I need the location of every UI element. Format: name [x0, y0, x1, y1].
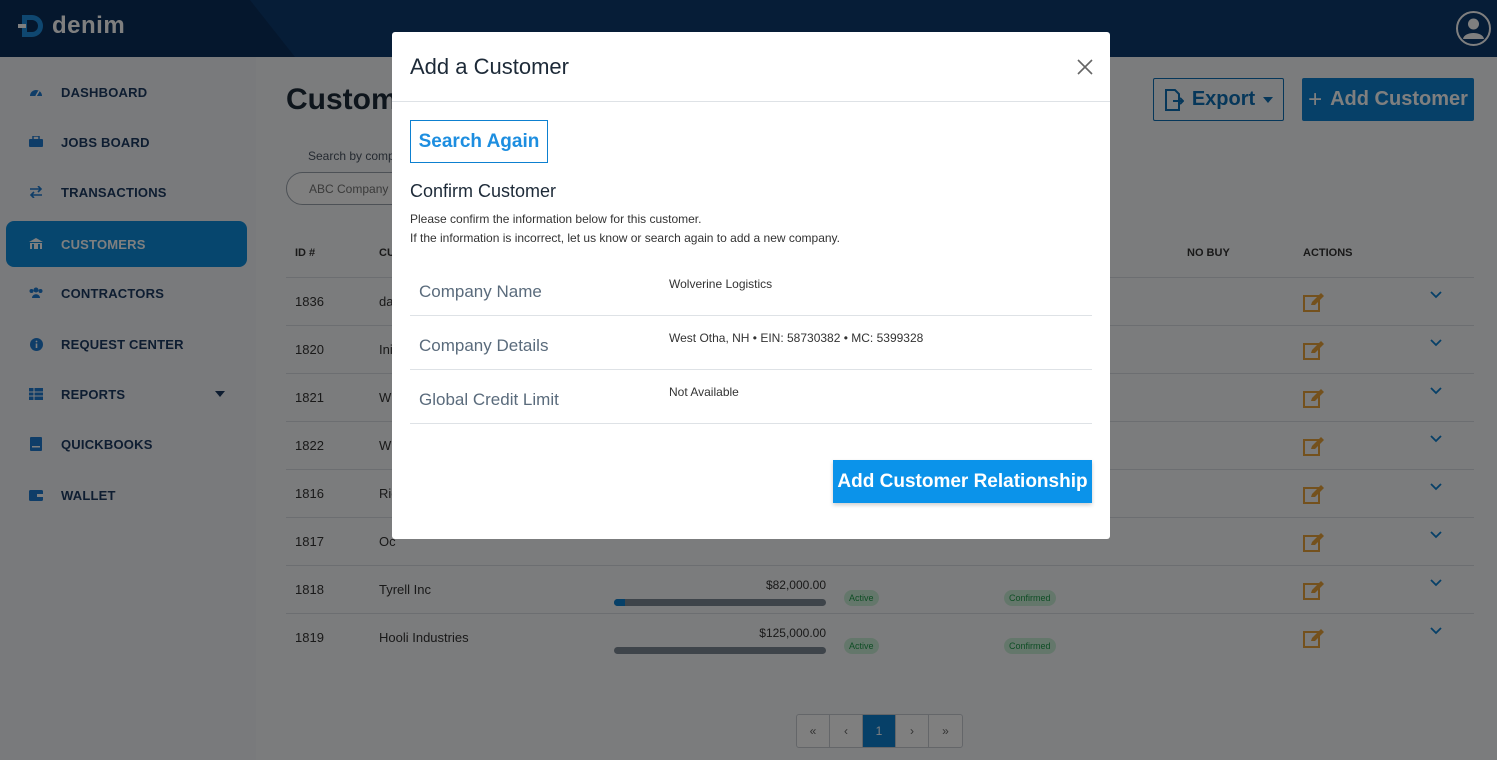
- info-row-company-name: Company Name Wolverine Logistics: [410, 262, 1092, 316]
- info-row-company-details: Company Details West Otha, NH • EIN: 587…: [410, 316, 1092, 370]
- confirm-description: Please confirm the information below for…: [410, 212, 702, 226]
- modal-header: Add a Customer: [392, 32, 1110, 102]
- confirm-description-secondary: If the information is incorrect, let us …: [410, 231, 840, 245]
- confirm-customer-heading: Confirm Customer: [410, 181, 557, 201]
- add-customer-relationship-button[interactable]: Add Customer Relationship: [833, 460, 1092, 503]
- close-icon[interactable]: [1076, 58, 1094, 76]
- add-customer-modal: Add a Customer Search Again Confirm Cust…: [392, 32, 1110, 539]
- modal-title: Add a Customer: [410, 54, 569, 79]
- info-row-global-credit-limit: Global Credit Limit Not Available: [410, 370, 1092, 424]
- search-again-button[interactable]: Search Again: [410, 120, 548, 163]
